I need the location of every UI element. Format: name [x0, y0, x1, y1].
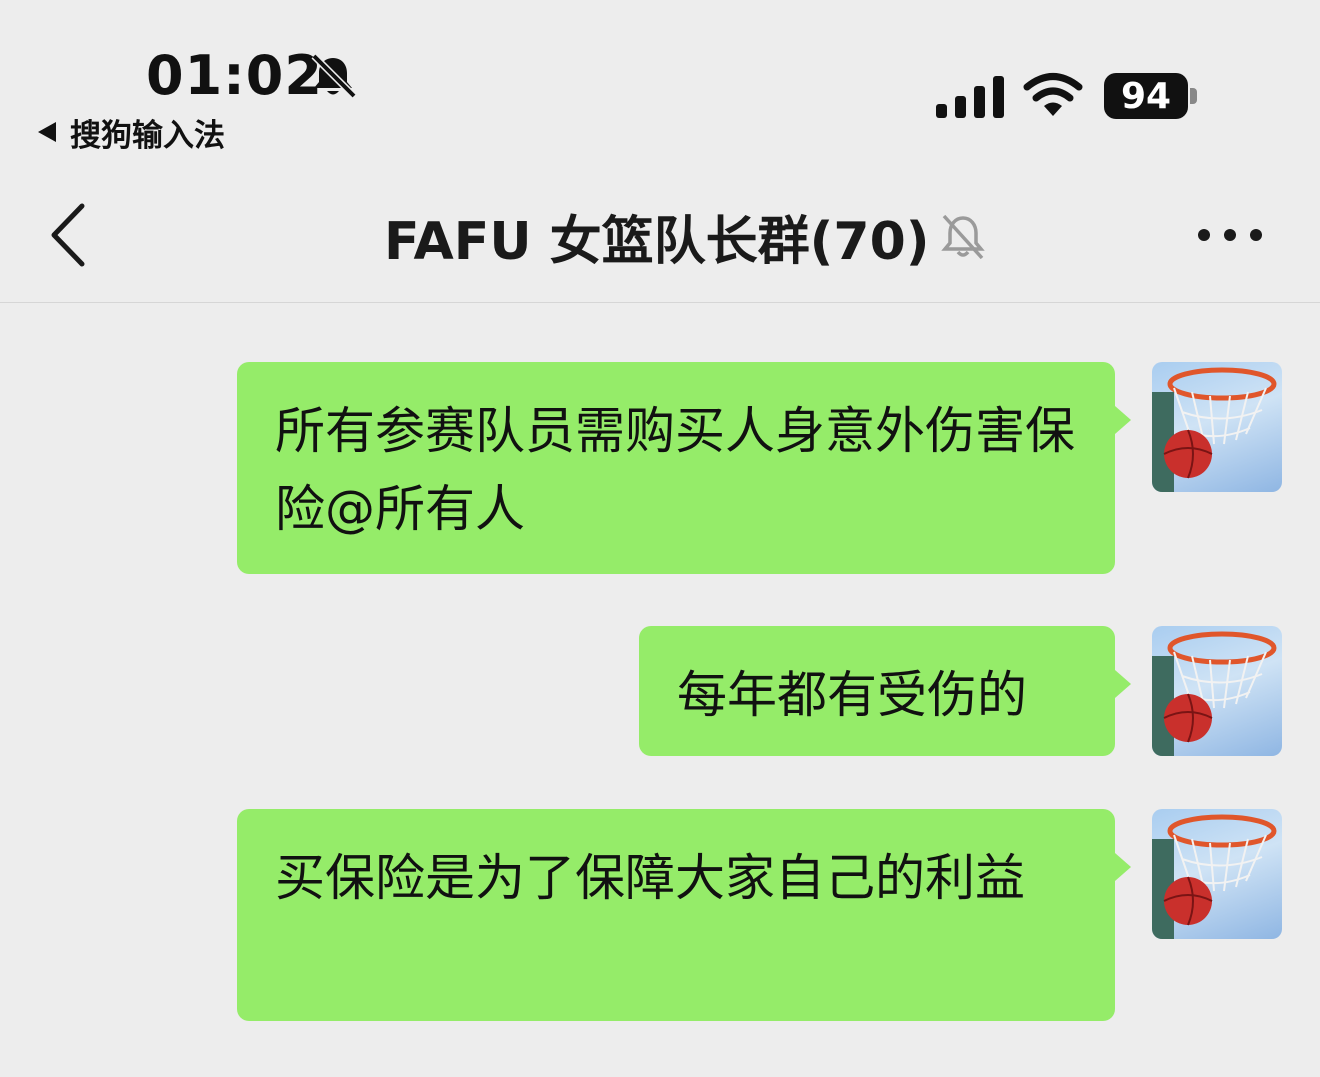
message-bubble[interactable]: 买保险是为了保障大家自己的利益: [237, 809, 1131, 1021]
message-text: 买保险是为了保障大家自己的利益: [275, 849, 1025, 907]
status-time: 01:02: [146, 44, 323, 107]
back-app-label: 搜狗输入法: [70, 117, 225, 154]
battery-indicator: 94: [1104, 73, 1188, 119]
more-icon[interactable]: [1194, 220, 1266, 250]
chevron-left-icon[interactable]: [40, 200, 100, 270]
basketball-hoop-avatar-icon: [1152, 367, 1277, 492]
mute-bell-icon: [940, 214, 985, 260]
basketball-hoop-avatar-icon: [1152, 631, 1277, 756]
bell-off-icon: [311, 53, 357, 99]
wifi-icon: [1023, 73, 1083, 116]
back-triangle-icon: [38, 122, 56, 142]
battery-tip: [1190, 88, 1197, 104]
avatar[interactable]: [1152, 626, 1282, 756]
chat-title-area[interactable]: FAFU 女篮队长群(70): [384, 200, 988, 272]
message-text: 每年都有受伤的: [677, 666, 1027, 724]
message-bubble[interactable]: 每年都有受伤的: [639, 626, 1131, 756]
avatar[interactable]: [1152, 362, 1282, 492]
chat-header: FAFU 女篮队长群(70): [0, 160, 1320, 303]
basketball-hoop-avatar-icon: [1152, 814, 1277, 939]
status-bar: 01:02 搜狗输入法 94: [0, 0, 1320, 160]
cellular-signal-icon: [936, 76, 1004, 118]
avatar[interactable]: [1152, 809, 1282, 939]
battery-level: 94: [1120, 75, 1172, 117]
message-bubble[interactable]: 所有参赛队员需购买人身意外伤害保险@所有人: [237, 362, 1131, 574]
back-to-app-button[interactable]: 搜狗输入法: [38, 112, 225, 154]
chat-title: FAFU 女篮队长群(70): [384, 211, 930, 272]
message-text: 所有参赛队员需购买人身意外伤害保险@所有人: [275, 402, 1075, 538]
